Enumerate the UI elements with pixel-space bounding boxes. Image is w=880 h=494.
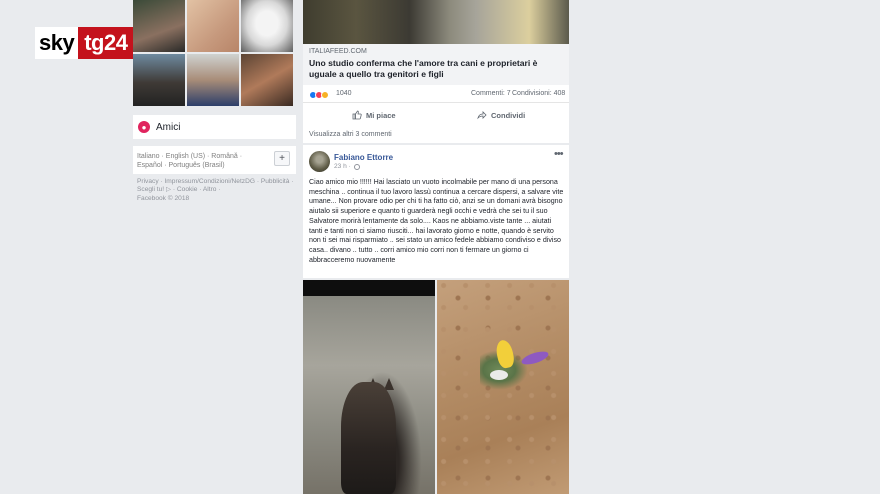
- link-preview-image[interactable]: [303, 0, 569, 44]
- like-button[interactable]: Mi piace: [352, 106, 396, 124]
- friend-photo[interactable]: [133, 54, 185, 106]
- friend-photo[interactable]: [187, 54, 239, 106]
- dog-figure: [341, 382, 396, 494]
- friends-photo-grid: [133, 0, 296, 106]
- friends-section[interactable]: ● Amici: [133, 115, 296, 139]
- sky-logo-text: sky: [35, 27, 79, 59]
- link-title[interactable]: Uno studio conferma che l'amore tra cani…: [309, 58, 561, 80]
- add-language-button[interactable]: +: [274, 151, 290, 166]
- more-options-icon[interactable]: •••: [554, 148, 564, 160]
- globe-icon: [353, 163, 360, 170]
- comments-count[interactable]: Commenti: 7: [471, 90, 511, 97]
- like-label: Mi piace: [366, 110, 396, 120]
- friend-photo[interactable]: [241, 0, 293, 52]
- author-name[interactable]: Fabiano Ettorre: [334, 153, 393, 162]
- reaction-count[interactable]: 1040: [336, 90, 352, 97]
- language-list[interactable]: Italiano · English (US) · Română · Españ…: [137, 152, 265, 170]
- friends-icon: ●: [138, 121, 150, 133]
- shares-count[interactable]: Condivisioni: 408: [512, 90, 565, 97]
- haha-reaction-icon: [321, 91, 329, 99]
- post-stats: 1040 Commenti: 7 Condivisioni: 408: [303, 86, 569, 103]
- post-timestamp[interactable]: 23 h ·: [334, 163, 360, 170]
- shared-link-post: ITALIAFEED.COM Uno studio conferma che l…: [303, 0, 569, 143]
- white-flower-shape: [490, 370, 508, 380]
- copyright: Facebook © 2018: [137, 194, 190, 202]
- sky-tg24-logo: sky tg24: [35, 27, 134, 59]
- friend-photo[interactable]: [187, 0, 239, 52]
- language-selector: Italiano · English (US) · Română · Españ…: [133, 146, 296, 174]
- thumbs-up-icon: [352, 110, 362, 120]
- post-time-text: 23 h ·: [334, 163, 351, 170]
- author-avatar[interactable]: [309, 151, 330, 172]
- tg24-logo-text: tg24: [78, 27, 134, 59]
- reaction-icons[interactable]: [309, 91, 333, 99]
- footer-links-text[interactable]: Privacy · Impressum/Condizioni/NetzDG · …: [137, 178, 296, 195]
- view-more-comments-link[interactable]: Visualizza altri 3 commenti: [309, 131, 392, 138]
- share-button[interactable]: Condividi: [477, 106, 525, 124]
- friend-photo[interactable]: [241, 54, 293, 106]
- link-preview[interactable]: ITALIAFEED.COM Uno studio conferma che l…: [303, 44, 569, 85]
- status-post: Fabiano Ettorre 23 h · ••• Ciao amico mi…: [303, 145, 569, 278]
- link-domain: ITALIAFEED.COM: [309, 48, 367, 55]
- post-text: Ciao amico mio !!!!!! Hai lasciato un vu…: [309, 178, 564, 264]
- friend-photo[interactable]: [133, 0, 185, 52]
- share-arrow-icon: [477, 111, 487, 120]
- friends-label: Amici: [156, 121, 181, 133]
- footer-links: Privacy · Impressum/Condizioni/NetzDG · …: [137, 178, 296, 203]
- post-actions: Mi piace Condividi: [303, 106, 569, 124]
- share-label: Condividi: [491, 110, 526, 120]
